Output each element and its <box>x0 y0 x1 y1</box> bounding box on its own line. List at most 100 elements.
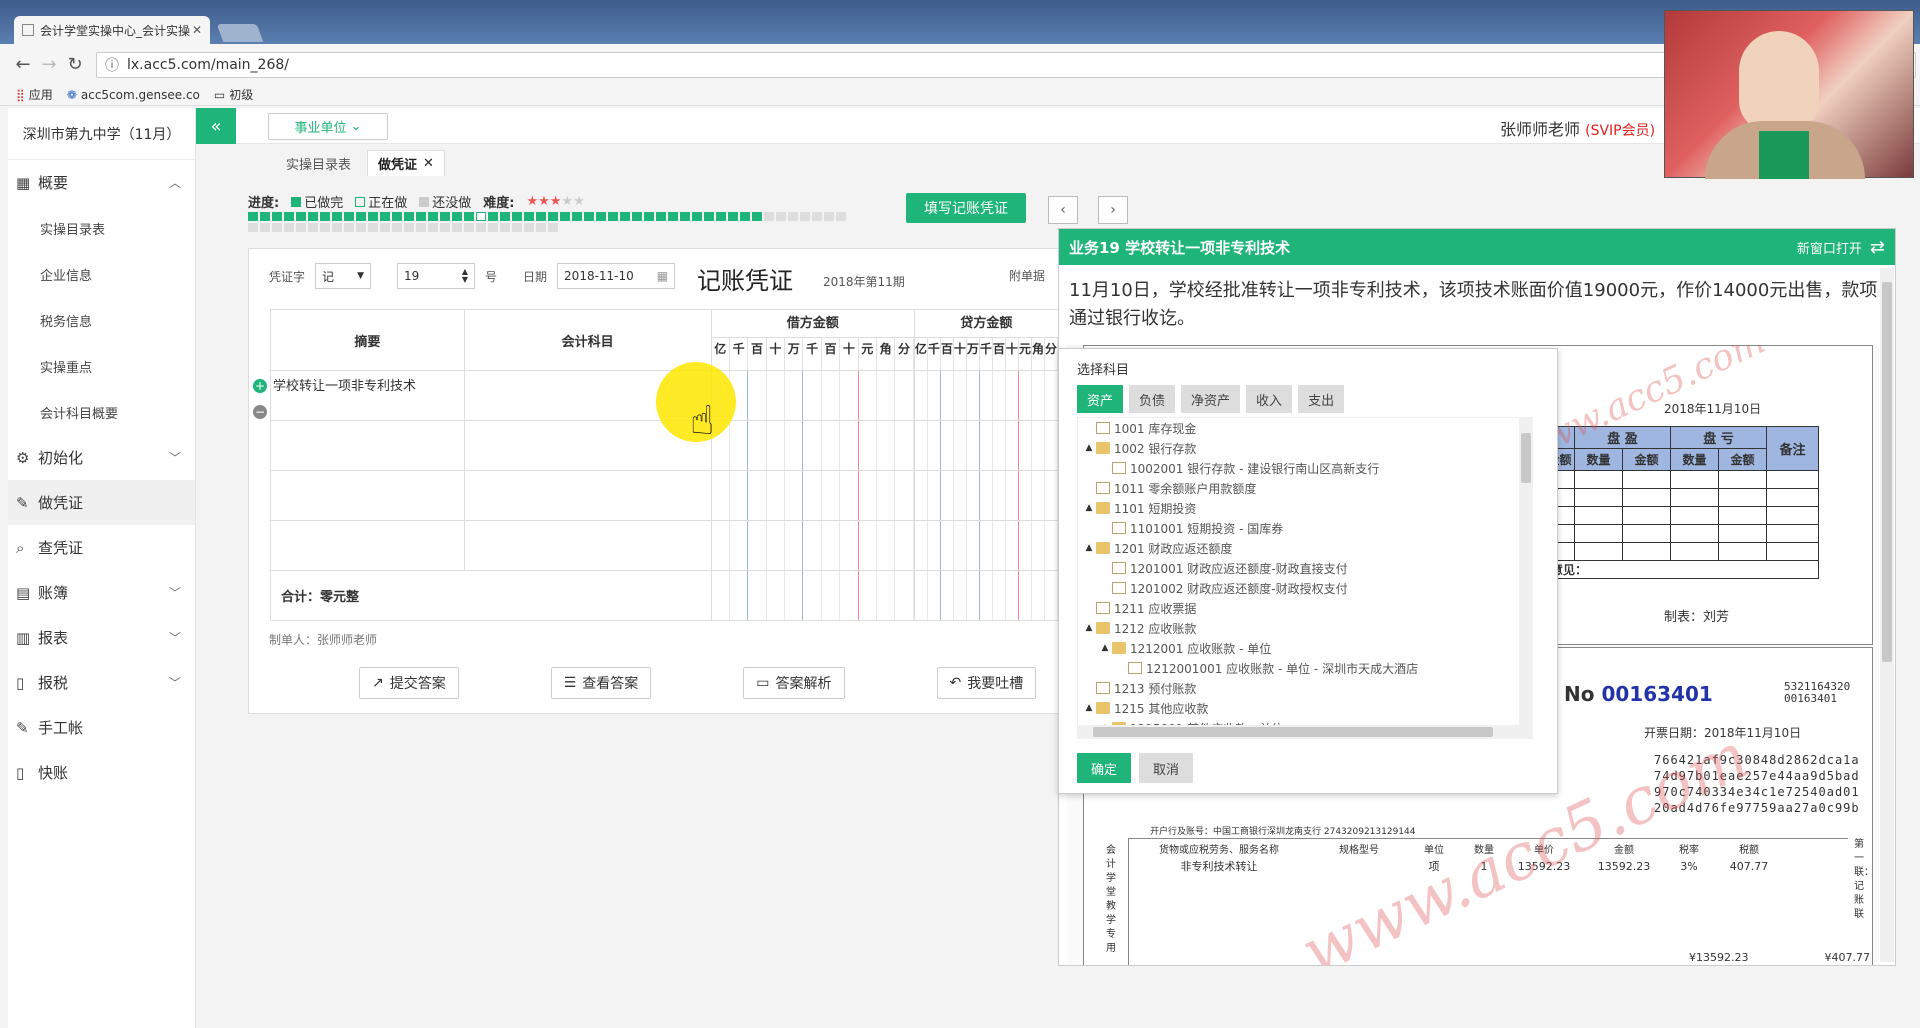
progress-cell[interactable] <box>464 223 474 232</box>
progress-cell[interactable] <box>404 212 414 221</box>
progress-cell[interactable] <box>644 212 654 221</box>
sidebar-item-reports[interactable]: ▥ 报表 ﹀ <box>8 615 195 660</box>
debit-cell[interactable] <box>710 370 915 421</box>
progress-cell[interactable] <box>536 223 546 232</box>
progress-cell[interactable] <box>392 212 402 221</box>
tree-node[interactable]: 1201002 财政应返还额度-财政授权支付 <box>1078 578 1532 598</box>
bookmark-apps[interactable]: ⣿ 应用 <box>16 86 53 103</box>
progress-cell[interactable] <box>356 223 366 232</box>
debit-cell[interactable] <box>710 470 915 521</box>
view-answer-button[interactable]: ☰ 查看答案 <box>550 667 652 699</box>
prev-task-button[interactable]: ‹ <box>1048 196 1078 224</box>
credit-cell[interactable] <box>913 520 1060 571</box>
progress-cell[interactable] <box>368 212 378 221</box>
progress-cell[interactable] <box>380 223 390 232</box>
fill-voucher-button[interactable]: 填写记账凭证 <box>906 193 1026 223</box>
progress-cell[interactable] <box>284 212 294 221</box>
progress-cell[interactable] <box>332 223 342 232</box>
progress-cell[interactable] <box>524 212 534 221</box>
sidebar-item-init[interactable]: ⚙ 初始化 ﹀ <box>8 435 195 480</box>
debit-cell[interactable] <box>710 520 915 571</box>
close-icon[interactable]: ✕ <box>423 156 434 171</box>
task-panel-scrollbar[interactable] <box>1880 268 1894 962</box>
sidebar-item-make-voucher[interactable]: ✎ 做凭证 <box>8 480 195 525</box>
summary-cell[interactable]: 学校转让一项非专利技术 <box>270 370 465 421</box>
progress-cell[interactable] <box>692 212 702 221</box>
progress-cell[interactable] <box>260 212 270 221</box>
progress-cell[interactable] <box>512 223 522 232</box>
progress-cell[interactable] <box>764 212 774 221</box>
summary-cell[interactable] <box>270 520 465 571</box>
progress-cell[interactable] <box>596 212 606 221</box>
progress-cell[interactable] <box>836 212 846 221</box>
progress-cell[interactable] <box>392 223 402 232</box>
tree-node[interactable]: ▲ 1101 短期投资 <box>1078 498 1532 518</box>
tree-node[interactable]: 1001 库存现金 <box>1078 418 1532 438</box>
unit-type-dropdown[interactable]: 事业单位 ⌄ <box>268 113 388 140</box>
progress-cell[interactable] <box>548 212 558 221</box>
progress-cell[interactable] <box>584 212 594 221</box>
progress-cell[interactable] <box>536 212 546 221</box>
forward-icon[interactable]: → <box>36 54 62 75</box>
collapse-sidebar-button[interactable]: « <box>196 108 236 144</box>
progress-cell[interactable] <box>248 212 258 221</box>
sidebar-item-overview[interactable]: ▦ 概要 ︿ <box>8 160 195 205</box>
sidebar-item-quick-book[interactable]: ▯ 快账 <box>8 750 195 795</box>
progress-cell[interactable] <box>704 212 714 221</box>
credit-cell[interactable] <box>913 420 1060 471</box>
progress-cell[interactable] <box>308 223 318 232</box>
picker-tab-expense[interactable]: 支出 <box>1298 385 1345 413</box>
summary-cell[interactable] <box>270 470 465 521</box>
progress-cell[interactable] <box>548 223 558 232</box>
progress-cell[interactable] <box>488 223 498 232</box>
expand-toggle-icon[interactable]: ▲ <box>1082 623 1096 633</box>
tree-node[interactable]: 1011 零余额账户用款额度 <box>1078 478 1532 498</box>
progress-cell[interactable] <box>752 212 762 221</box>
account-tree[interactable]: 1001 库存现金 ▲ 1002 银行存款 1002001 银行存款 - 建设银行南山… <box>1077 417 1533 739</box>
progress-cell[interactable] <box>248 223 258 232</box>
progress-cell[interactable] <box>488 212 498 221</box>
tree-node[interactable]: ▲ 1002 银行存款 <box>1078 438 1532 458</box>
tree-horizontal-scrollbar[interactable] <box>1077 725 1533 739</box>
progress-cell[interactable] <box>452 223 462 232</box>
sidebar-item-tax-info[interactable]: 税务信息 <box>8 297 195 343</box>
tree-node[interactable]: ▲ 1201 财政应返还额度 <box>1078 538 1532 558</box>
remove-row-icon[interactable]: − <box>253 405 267 419</box>
sidebar-item-ledger[interactable]: ▤ 账簿 ﹀ <box>8 570 195 615</box>
progress-cell[interactable] <box>320 212 330 221</box>
progress-cell[interactable] <box>620 212 630 221</box>
debit-cell[interactable] <box>710 420 915 471</box>
voucher-number-stepper[interactable]: 19 ▲ ▼ <box>397 263 476 289</box>
progress-cell[interactable] <box>476 223 486 232</box>
picker-tab-liabilities[interactable]: 负债 <box>1129 385 1176 413</box>
progress-cell[interactable] <box>368 223 378 232</box>
expand-toggle-icon[interactable]: ▲ <box>1082 703 1096 713</box>
progress-cell[interactable] <box>296 212 306 221</box>
address-bar[interactable]: ⓘ lx.acc5.com/main_268/ <box>96 52 1916 78</box>
picker-tab-income[interactable]: 收入 <box>1246 385 1293 413</box>
progress-cell[interactable] <box>452 212 462 221</box>
progress-cell[interactable] <box>404 223 414 232</box>
progress-cell[interactable] <box>320 223 330 232</box>
credit-cell[interactable] <box>913 470 1060 521</box>
progress-cell[interactable] <box>428 223 438 232</box>
progress-cell[interactable] <box>284 223 294 232</box>
progress-cell[interactable] <box>812 212 822 221</box>
progress-cell[interactable] <box>464 212 474 221</box>
progress-cell[interactable] <box>776 212 786 221</box>
feedback-button[interactable]: ↶ 我要吐槽 <box>936 667 1037 699</box>
tree-node[interactable]: ▲ 1215 其他应收款 <box>1078 698 1532 718</box>
tab-make-voucher[interactable]: 做凭证 ✕ <box>367 150 445 176</box>
progress-cell[interactable] <box>800 212 810 221</box>
open-new-window-link[interactable]: 新窗口打开 ⇄ <box>1797 237 1885 258</box>
progress-cell[interactable] <box>632 212 642 221</box>
progress-cell[interactable] <box>344 223 354 232</box>
progress-cell[interactable] <box>740 212 750 221</box>
progress-cell[interactable] <box>560 212 570 221</box>
reload-icon[interactable]: ↻ <box>62 54 88 75</box>
progress-cell[interactable] <box>440 223 450 232</box>
sidebar-item-check-voucher[interactable]: ⌕ 查凭证 <box>8 525 195 570</box>
sidebar-item-catalog[interactable]: 实操目录表 <box>8 205 195 251</box>
progress-cell[interactable] <box>668 212 678 221</box>
progress-cell[interactable] <box>272 223 282 232</box>
